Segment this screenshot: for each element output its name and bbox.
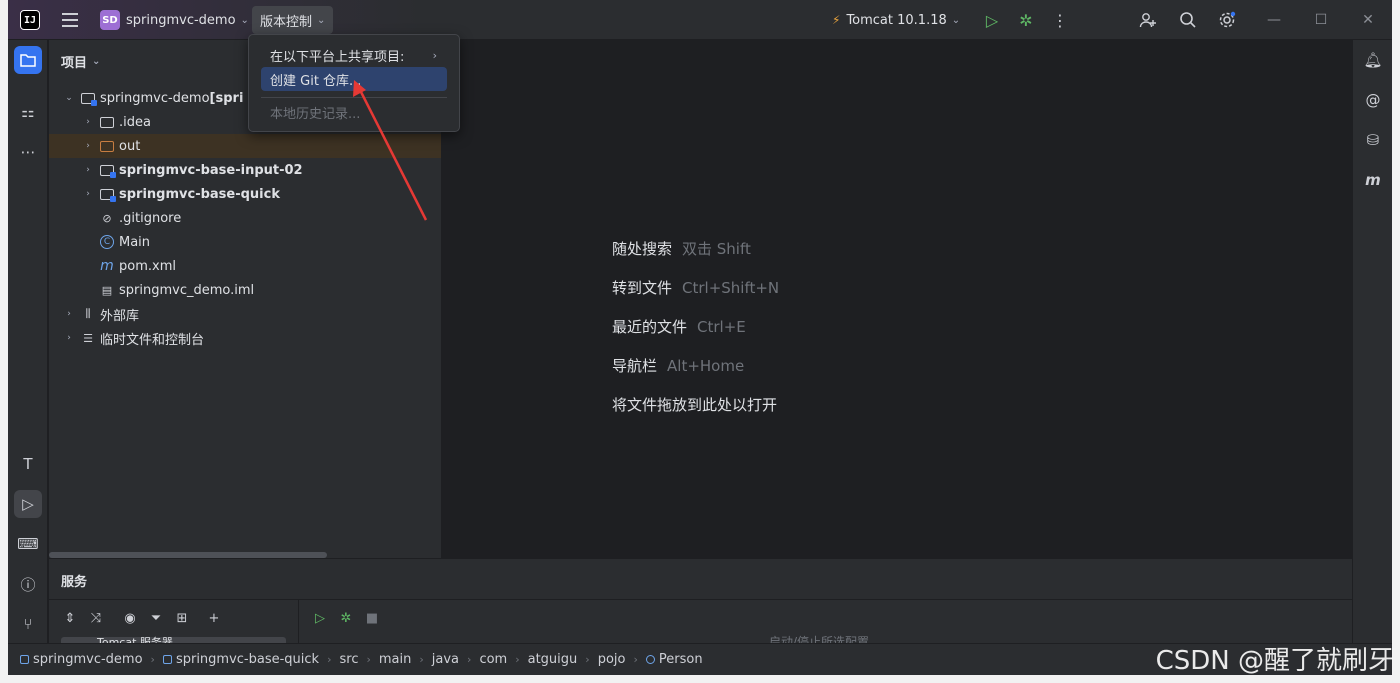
annotation-arrow <box>353 80 428 221</box>
ide-window: IJ SD springmvc-demo ⌄ 版本控制 ⌄ ⚡ Tomcat 1… <box>8 0 1392 675</box>
watermark: CSDN @醒了就刷牙 <box>1155 646 1394 676</box>
